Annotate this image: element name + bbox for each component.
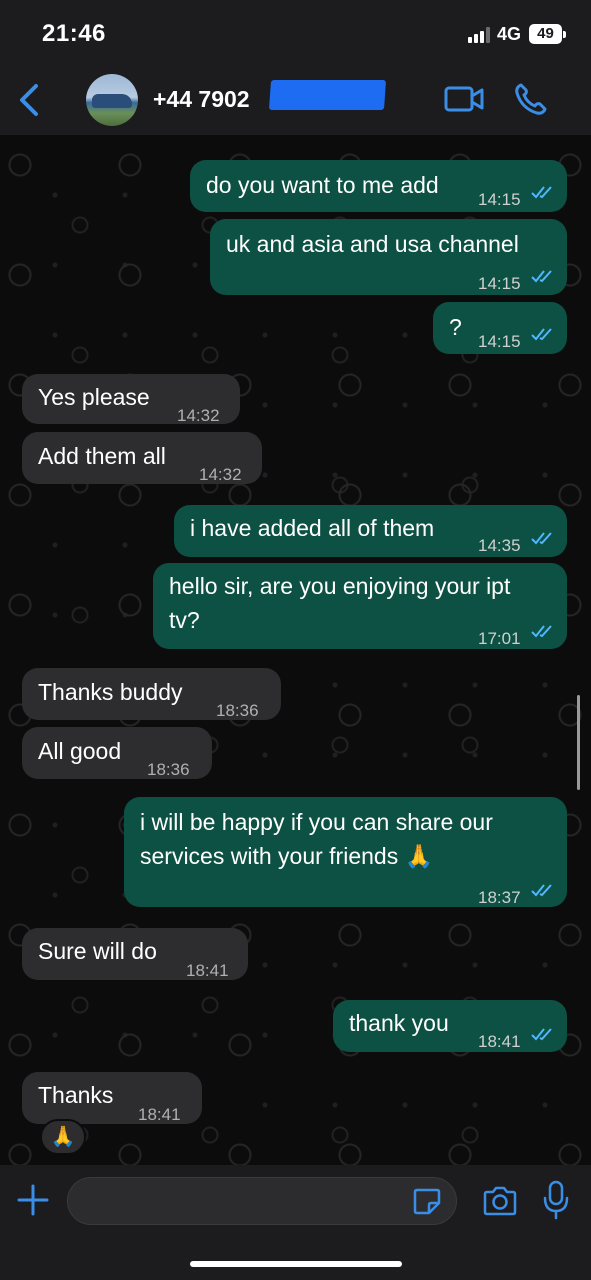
status-time: 21:46: [42, 20, 106, 47]
read-receipt-icon: [531, 186, 552, 199]
message-text: Yes please: [38, 384, 150, 410]
message-text: Add them all: [38, 443, 166, 469]
message-time: 18:36: [216, 701, 259, 720]
message-text: do you want to me add: [206, 172, 439, 198]
message-text: Thanks: [38, 1082, 114, 1108]
back-chevron-icon[interactable]: [16, 82, 44, 118]
message-bubble[interactable]: Thanks buddy 18:36: [22, 668, 281, 720]
message-time: 14:32: [199, 465, 242, 484]
message-bubble[interactable]: All good 18:36: [22, 727, 212, 779]
message-bubble[interactable]: Yes please 14:32: [22, 374, 240, 425]
message-bubble[interactable]: Add them all 14:32: [22, 432, 262, 484]
network-type: 4G: [497, 24, 522, 44]
home-indicator[interactable]: [190, 1261, 402, 1267]
message-time: 14:35: [478, 536, 521, 555]
read-receipt-icon: [531, 532, 552, 545]
message-time: 18:37: [478, 888, 521, 907]
message-time: 17:01: [478, 629, 521, 648]
read-receipt-icon: [531, 884, 552, 897]
message-bubble[interactable]: hello sir, are you enjoying your ipt tv?…: [153, 563, 567, 649]
sticker-icon[interactable]: [412, 1186, 442, 1216]
reaction-badge[interactable]: 🙏: [40, 1119, 86, 1155]
message-text: thank you: [349, 1010, 449, 1036]
read-receipt-icon: [531, 625, 552, 638]
message-time: 18:36: [147, 760, 190, 779]
message-time: 14:15: [478, 332, 521, 351]
message-bubble[interactable]: ? 14:15: [433, 302, 567, 354]
message-bubble[interactable]: thank you 18:41: [333, 1000, 567, 1052]
message-time: 18:41: [186, 961, 229, 980]
video-call-icon[interactable]: [444, 85, 484, 113]
message-text: All good: [38, 738, 122, 764]
message-text: hello sir, are you enjoying your ipt tv?: [169, 573, 511, 633]
battery-tip: [563, 31, 566, 38]
reaction-emoji: 🙏: [50, 1126, 76, 1148]
message-bubble[interactable]: Sure will do 18:41: [22, 928, 248, 980]
chat-header: 21:46 4G 49 +44 7902: [0, 0, 591, 135]
phone-icon[interactable]: [514, 82, 548, 116]
message-text: ?: [449, 314, 462, 340]
message-time: 14:15: [478, 274, 521, 293]
composer-bar: [0, 1165, 591, 1280]
message-input[interactable]: [67, 1177, 457, 1225]
redaction-mark: [268, 80, 387, 110]
message-bubble[interactable]: Thanks 18:41: [22, 1072, 202, 1124]
read-receipt-icon: [531, 328, 552, 341]
message-text: i have added all of them: [190, 515, 435, 541]
message-time: 18:41: [478, 1032, 521, 1051]
chat-area[interactable]: do you want to me add 14:15 uk and asia …: [0, 135, 591, 1165]
battery-icon: 49: [529, 24, 562, 44]
read-receipt-icon: [531, 270, 552, 283]
contact-name[interactable]: +44 7902: [153, 86, 250, 113]
scroll-indicator[interactable]: [577, 695, 580, 790]
camera-icon[interactable]: [482, 1185, 518, 1217]
message-text: Sure will do: [38, 938, 157, 964]
avatar[interactable]: [86, 74, 138, 126]
read-receipt-icon: [531, 1028, 552, 1041]
message-text: Thanks buddy: [38, 679, 183, 705]
message-bubble[interactable]: i have added all of them 14:35: [174, 505, 567, 557]
message-text: i will be happy if you can share our ser…: [140, 809, 493, 869]
message-time: 14:15: [478, 190, 521, 209]
plus-icon[interactable]: [16, 1183, 50, 1217]
signal-icon: [468, 27, 492, 43]
message-time: 14:32: [177, 406, 220, 425]
message-bubble[interactable]: uk and asia and usa channel 14:15: [210, 219, 567, 295]
message-time: 18:41: [138, 1105, 181, 1124]
message-bubble[interactable]: i will be happy if you can share our ser…: [124, 797, 567, 907]
microphone-icon[interactable]: [542, 1180, 570, 1220]
message-bubble[interactable]: do you want to me add 14:15: [190, 160, 567, 212]
message-text: uk and asia and usa channel: [226, 231, 519, 257]
